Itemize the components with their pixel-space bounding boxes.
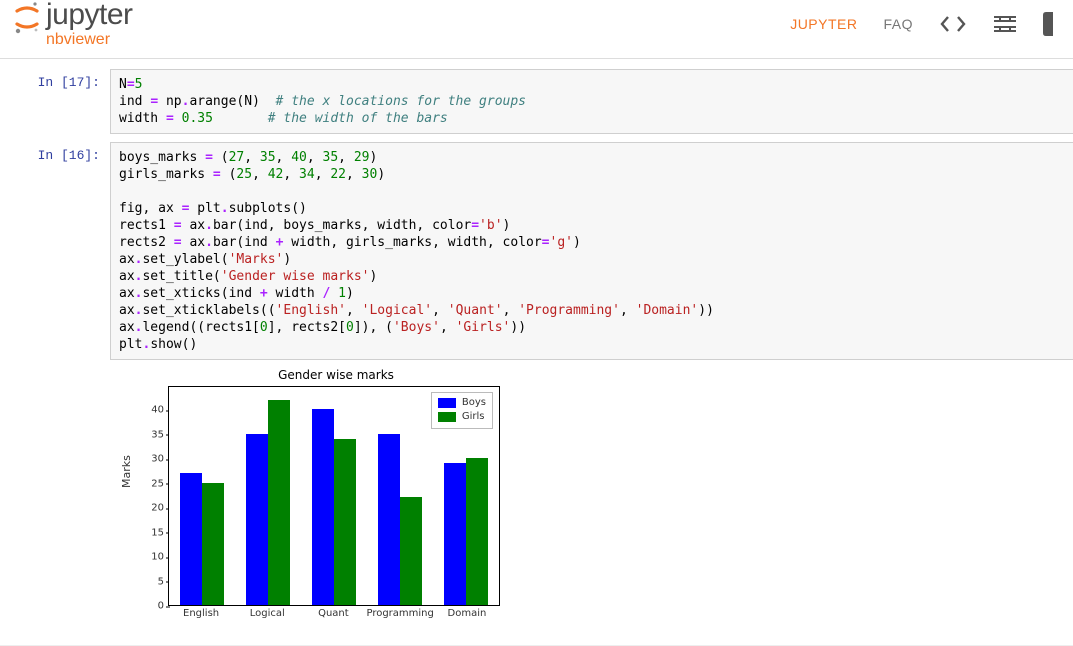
bar-group: [169, 387, 235, 605]
nav-jupyter-link[interactable]: JUPYTER: [790, 16, 857, 32]
x-tick-label: Logical: [234, 608, 300, 619]
bar: [400, 497, 422, 605]
y-axis-label: Marks: [120, 455, 133, 488]
bar: [268, 400, 290, 605]
x-ticks: EnglishLogicalQuantProgrammingDomain: [168, 608, 500, 619]
header: jupyter nbviewer JUPYTER FAQ: [0, 0, 1073, 58]
output-area: Gender wise marks Marks 0510152025303540…: [0, 368, 1073, 631]
bar: [202, 483, 224, 605]
logo-main-text: jupyter: [46, 0, 133, 30]
cell-prompt: In [17]:: [0, 69, 110, 134]
legend-swatch: [438, 412, 456, 422]
bar: [334, 439, 356, 605]
bar: [246, 434, 268, 605]
x-tick-label: English: [168, 608, 234, 619]
legend-label: Boys: [462, 396, 486, 410]
plot-frame: BoysGirls: [168, 386, 500, 606]
legend-label: Girls: [462, 410, 485, 424]
legend-row: Boys: [438, 396, 486, 410]
bar: [466, 458, 488, 605]
logo[interactable]: jupyter nbviewer: [14, 0, 133, 48]
nav-faq-link[interactable]: FAQ: [883, 16, 913, 32]
bar: [444, 463, 466, 605]
bar: [180, 473, 202, 605]
logo-sub-text: nbviewer: [46, 32, 133, 48]
code-cell-16: In [16]: boys_marks = (27, 35, 40, 35, 2…: [0, 138, 1073, 364]
bar-group: [235, 387, 301, 605]
nav: JUPYTER FAQ: [790, 12, 1053, 36]
legend-row: Girls: [438, 410, 486, 424]
x-tick-label: Domain: [434, 608, 500, 619]
notebook: In [17]: N=5 ind = np.arange(N) # the x …: [0, 58, 1073, 646]
bar-group: [301, 387, 367, 605]
bar: [378, 434, 400, 605]
chart-legend: BoysGirls: [431, 392, 493, 429]
code-icon[interactable]: [939, 14, 967, 34]
bar-chart: Gender wise marks Marks 0510152025303540…: [122, 368, 510, 631]
code-content[interactable]: N=5 ind = np.arange(N) # the x locations…: [110, 69, 1073, 134]
y-ticks: 0510152025303540: [142, 386, 166, 606]
jupyter-icon: [14, 2, 40, 34]
menu-bars-icon[interactable]: [993, 14, 1017, 34]
code-cell-17: In [17]: N=5 ind = np.arange(N) # the x …: [0, 65, 1073, 138]
bar: [312, 409, 334, 605]
code-content[interactable]: boys_marks = (27, 35, 40, 35, 29) girls_…: [110, 142, 1073, 360]
x-tick-label: Programming: [366, 608, 433, 619]
bar-group: [367, 387, 433, 605]
legend-swatch: [438, 398, 456, 408]
cell-prompt: In [16]:: [0, 142, 110, 360]
extra-icon[interactable]: [1043, 12, 1053, 36]
x-tick-label: Quant: [300, 608, 366, 619]
chart-title: Gender wise marks: [122, 368, 510, 382]
